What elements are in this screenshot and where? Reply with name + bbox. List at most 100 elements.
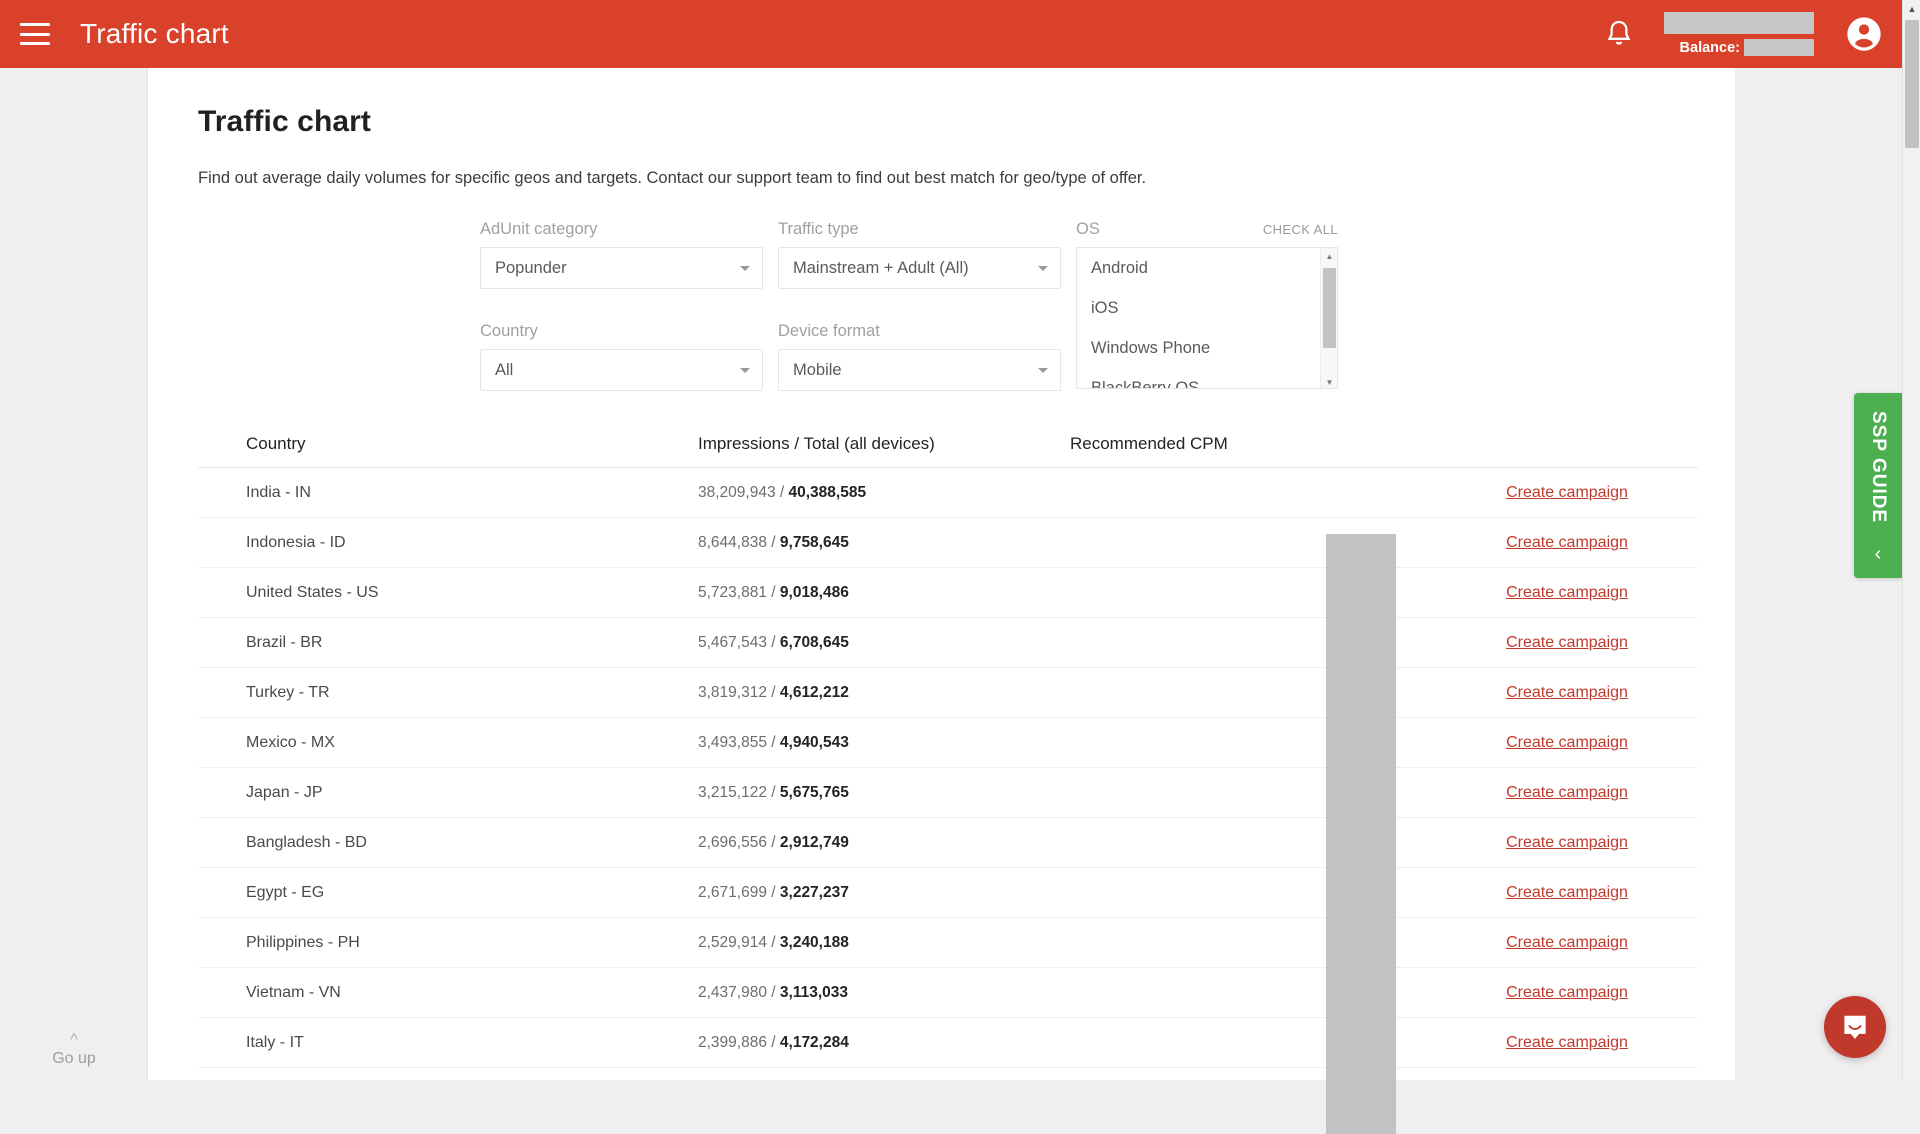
traffic-type-label: Traffic type [778,220,1061,239]
cell-impressions: 2,696,556 / 2,912,749 [698,834,1070,852]
country-select[interactable]: All [480,349,763,391]
total-value: 6,708,645 [780,634,849,651]
cell-country: United States - US [198,584,698,602]
table-row: Italy - IT2,399,886 / 4,172,284Create ca… [198,1018,1698,1068]
impressions-separator: / [776,484,789,501]
cell-action: Create campaign [1436,834,1698,852]
scrollbar-thumb[interactable] [1905,20,1919,148]
cell-country: Philippines - PH [198,934,698,952]
cell-impressions: 3,215,122 / 5,675,765 [698,784,1070,802]
bell-icon[interactable] [1602,15,1636,53]
traffic-type-select[interactable]: Mainstream + Adult (All) [778,247,1061,289]
cell-action: Create campaign [1436,484,1698,502]
table-header-row: Country Impressions / Total (all devices… [198,420,1698,468]
create-campaign-link[interactable]: Create campaign [1506,834,1628,851]
table-row: Philippines - PH2,529,914 / 3,240,188 Cre… [198,918,1698,968]
traffic-type-value: Mainstream + Adult (All) [793,259,1038,278]
cell-country: Italy - IT [198,1034,698,1052]
device-format-select[interactable]: Mobile [778,349,1061,391]
cell-action: Create campaign [1436,634,1698,652]
header-actions: Balance: [1602,0,1902,68]
cell-action: Create campaign [1436,934,1698,952]
cell-impressions: 2,437,980 / 3,113,033 [698,984,1070,1002]
page-title: Traffic chart [198,105,1735,139]
impressions-separator: / [767,934,780,951]
app-header: Traffic chart Balance: [0,0,1902,68]
cell-action: Create campaign [1436,684,1698,702]
sidebar-rail: ^ Go up [0,68,148,1080]
create-campaign-link[interactable]: Create campaign [1506,484,1628,501]
impressions-separator: / [767,884,780,901]
field-traffic-type: Traffic type Mainstream + Adult (All) [778,220,1061,289]
impressions-value: 3,819,312 [698,684,767,701]
scroll-down-arrow-icon[interactable]: ▼ [1321,374,1338,389]
device-format-value: Mobile [793,361,1038,380]
create-campaign-link[interactable]: Create campaign [1506,1034,1628,1051]
cell-action: Create campaign [1436,1034,1698,1052]
account-block[interactable]: Balance: [1664,12,1814,56]
adunit-category-select[interactable]: Popunder [480,247,763,289]
os-option-ios[interactable]: iOS [1077,288,1337,328]
os-scrollbar[interactable]: ▲ ▼ [1320,248,1337,389]
os-option-blackberry-os[interactable]: BlackBerry OS [1077,368,1337,389]
cell-action: Create campaign [1436,984,1698,1002]
table-row: Bangladesh - BD2,696,556 / 2,912,749Crea… [198,818,1698,868]
impressions-value: 3,215,122 [698,784,767,801]
chevron-up-icon: ^ [70,1033,78,1047]
total-value: 3,227,237 [780,884,849,901]
filters-panel: AdUnit category Popunder Traffic type Ma… [198,220,1438,400]
ssp-guide-tab[interactable]: SSP GUIDE ‹ [1854,393,1902,578]
total-value: 9,758,645 [780,534,849,551]
browser-scrollbar[interactable]: ▲ [1902,0,1920,1080]
cell-impressions: 3,493,855 / 4,940,543 [698,734,1070,752]
scrollbar-up-arrow-icon[interactable]: ▲ [1903,0,1920,18]
hamburger-menu-icon[interactable] [20,23,50,45]
create-campaign-link[interactable]: Create campaign [1506,534,1628,551]
chevron-down-icon [1038,266,1048,271]
create-campaign-link[interactable]: Create campaign [1506,584,1628,601]
os-scrollbar-thumb[interactable] [1323,268,1336,348]
create-campaign-link[interactable]: Create campaign [1506,684,1628,701]
chevron-down-icon [1038,368,1048,373]
table-row: Japan - JP3,215,122 / 5,675,765Create ca… [198,768,1698,818]
check-all-button[interactable]: CHECK ALL [1263,222,1338,237]
cell-impressions: 2,671,699 / 3,227,237 [698,884,1070,902]
account-name-redacted [1664,12,1814,34]
column-header-impressions: Impressions / Total (all devices) [698,434,1070,454]
cell-country: Egypt - EG [198,884,698,902]
create-campaign-link[interactable]: Create campaign [1506,784,1628,801]
scroll-up-arrow-icon[interactable]: ▲ [1321,248,1338,264]
table-row: Brazil - BR5,467,543 / 6,708,645Create c… [198,618,1698,668]
total-value: 2,912,749 [780,834,849,851]
go-up-button[interactable]: ^ Go up [0,1033,148,1068]
create-campaign-link[interactable]: Create campaign [1506,634,1628,651]
cell-impressions: 2,529,914 / 3,240,188 [698,934,1070,952]
main-content: Traffic chart Find out average daily vol… [148,68,1735,1080]
create-campaign-link[interactable]: Create campaign [1506,934,1628,951]
intercom-chat-button[interactable] [1824,996,1886,1058]
os-header: OS CHECK ALL [1076,220,1338,239]
total-value: 4,940,543 [780,734,849,751]
impressions-value: 3,493,855 [698,734,767,751]
account-circle-icon[interactable] [1844,14,1884,54]
impressions-value: 2,671,699 [698,884,767,901]
cpm-column-redaction [1326,534,1396,1134]
create-campaign-link[interactable]: Create campaign [1506,984,1628,1001]
cell-action: Create campaign [1436,734,1698,752]
table-row: Vietnam - VN2,437,980 / 3,113,033Create … [198,968,1698,1018]
total-value: 40,388,585 [789,484,867,501]
create-campaign-link[interactable]: Create campaign [1506,884,1628,901]
impressions-separator: / [767,584,780,601]
impressions-separator: / [767,534,780,551]
os-option-windows-phone[interactable]: Windows Phone [1077,328,1337,368]
go-up-label: Go up [52,1050,96,1068]
total-value: 4,172,284 [780,1034,849,1051]
table-row: Indonesia - ID8,644,838 / 9,758,645Creat… [198,518,1698,568]
os-option-android[interactable]: Android [1077,248,1337,288]
cell-country: Indonesia - ID [198,534,698,552]
create-campaign-link[interactable]: Create campaign [1506,734,1628,751]
os-listbox[interactable]: Android iOS Windows Phone BlackBerry OS … [1076,247,1338,389]
traffic-table: Country Impressions / Total (all devices… [198,420,1698,1068]
cell-action: Create campaign [1436,784,1698,802]
table-row: Egypt - EG2,671,699 / 3,227,237 Create ca… [198,868,1698,918]
